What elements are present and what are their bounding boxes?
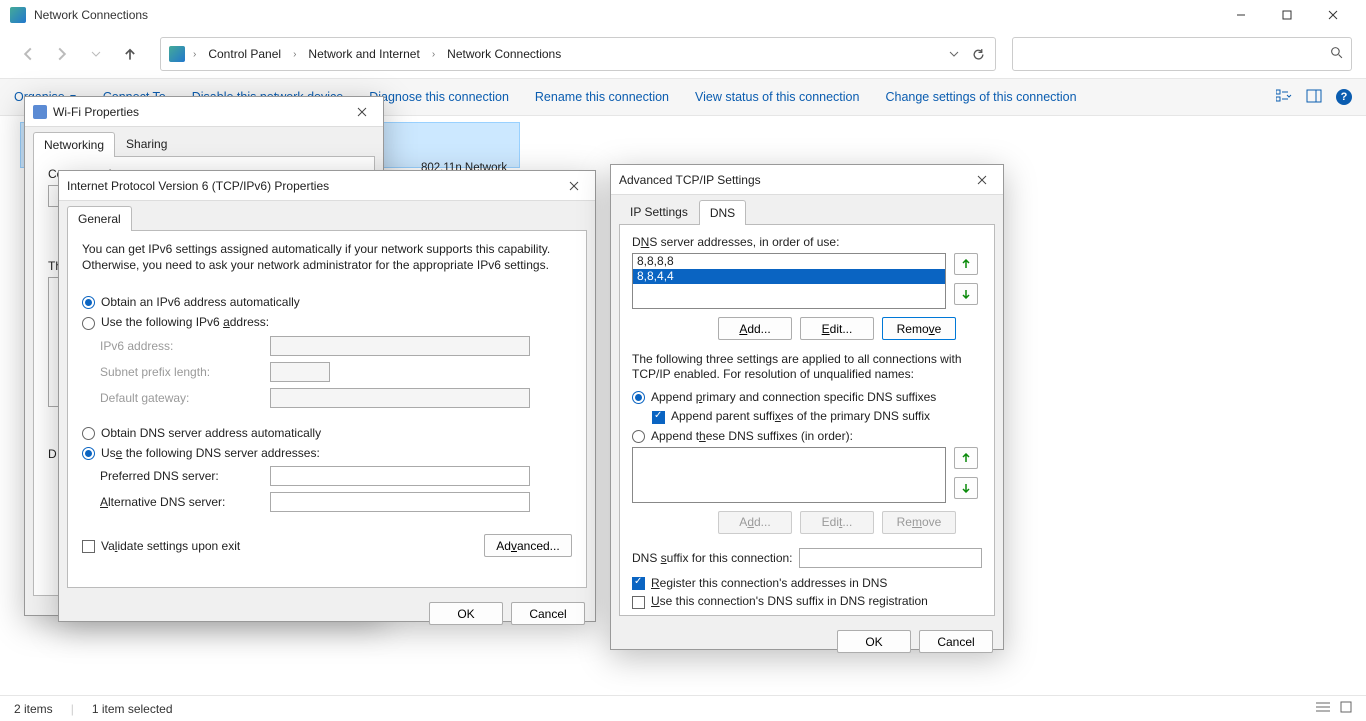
lbl-pref-dns: Preferred DNS server: [100, 469, 270, 483]
search-icon[interactable] [1330, 46, 1343, 62]
suffix-move-up-button[interactable] [954, 447, 978, 469]
alternative-dns-input[interactable] [270, 492, 530, 512]
refresh-icon[interactable] [969, 45, 987, 63]
adv-tab-ip[interactable]: IP Settings [619, 199, 699, 224]
back-button[interactable] [14, 40, 42, 68]
status-items: 2 items [14, 702, 53, 716]
lbl-ip: IPv6 address: [100, 339, 270, 353]
app-icon [10, 7, 26, 23]
dns-remove-button[interactable]: Remove [882, 317, 956, 340]
ipv6-radio-manual-dns[interactable]: Use the following DNS server addresses: [82, 446, 320, 460]
details-view-icon[interactable] [1316, 701, 1330, 716]
chk-append-parent[interactable]: Append parent suffixes of the primary DN… [652, 409, 930, 423]
window-title: Network Connections [34, 8, 1218, 22]
gateway-input [270, 388, 530, 408]
dns-suffix-input[interactable] [799, 548, 982, 568]
recent-dropdown[interactable] [82, 40, 110, 68]
ipv6-ok-button[interactable]: OK [429, 602, 503, 625]
ipv6-dialog-title: Internet Protocol Version 6 (TCP/IPv6) P… [67, 179, 329, 193]
advanced-button[interactable]: Advanced... [484, 534, 572, 557]
adv-ok-button[interactable]: OK [837, 630, 911, 653]
lbl-alt-dns: Alternative DNS server: [100, 495, 270, 509]
ipv6-address-input [270, 336, 530, 356]
adv-cancel-button[interactable]: Cancel [919, 630, 993, 653]
ipv6-dialog-titlebar[interactable]: Internet Protocol Version 6 (TCP/IPv6) P… [59, 171, 595, 201]
dns-server-row-1[interactable]: 8,8,4,4 [633, 269, 945, 284]
close-button[interactable] [1310, 0, 1356, 30]
maximize-button[interactable] [1264, 0, 1310, 30]
dns-suffixes-list [632, 447, 946, 503]
location-icon [169, 46, 185, 62]
wifi-dialog-titlebar[interactable]: Wi-Fi Properties [25, 97, 383, 127]
view-options-icon[interactable] [1276, 89, 1292, 106]
ipv6-radio-auto-ip[interactable]: Obtain an IPv6 address automatically [82, 295, 300, 309]
suffix-edit-button: Edit... [800, 511, 874, 534]
validate-checkbox[interactable]: Validate settings upon exit [82, 539, 240, 553]
dns-edit-button[interactable]: Edit... [800, 317, 874, 340]
dns-move-down-button[interactable] [954, 283, 978, 305]
dns-server-row-0[interactable]: 8,8,8,8 [633, 254, 945, 269]
suffix-move-down-button[interactable] [954, 477, 978, 499]
dns-servers-list[interactable]: 8,8,8,8 8,8,4,4 [632, 253, 946, 309]
up-button[interactable] [116, 40, 144, 68]
dns-servers-label: DNS server addresses, in order of use: [632, 235, 982, 249]
radio-append-primary[interactable]: Append primary and connection specific D… [632, 390, 936, 404]
breadcrumb-2[interactable]: Network Connections [443, 45, 565, 63]
lbl-prefix: Subnet prefix length: [100, 365, 270, 379]
chk-register-dns[interactable]: Register this connection's addresses in … [632, 576, 887, 590]
breadcrumb-1[interactable]: Network and Internet [304, 45, 423, 63]
ipv6-properties-dialog: Internet Protocol Version 6 (TCP/IPv6) P… [58, 170, 596, 622]
large-icons-view-icon[interactable] [1340, 701, 1352, 716]
adv-dialog-titlebar[interactable]: Advanced TCP/IP Settings [611, 165, 1003, 195]
forward-button[interactable] [48, 40, 76, 68]
preview-pane-icon[interactable] [1306, 89, 1322, 106]
wifi-dialog-close-icon[interactable] [349, 101, 375, 123]
advanced-tcpip-dialog: Advanced TCP/IP Settings IP Settings DNS… [610, 164, 1004, 650]
suffix-remove-button: Remove [882, 511, 956, 534]
address-bar[interactable]: › Control Panel › Network and Internet ›… [160, 37, 996, 71]
cmd-rename[interactable]: Rename this connection [535, 90, 669, 104]
prefix-input [270, 362, 330, 382]
cmd-change-settings[interactable]: Change settings of this connection [885, 90, 1076, 104]
ipv6-dialog-close-icon[interactable] [561, 175, 587, 197]
adv-dialog-title: Advanced TCP/IP Settings [619, 173, 761, 187]
lbl-gw: Default gateway: [100, 391, 270, 405]
suffix-add-button: Add... [718, 511, 792, 534]
address-dropdown-icon[interactable] [945, 45, 963, 63]
minimize-button[interactable] [1218, 0, 1264, 30]
status-selected: 1 item selected [92, 702, 173, 716]
search-input[interactable] [1021, 47, 1330, 61]
search-bar[interactable] [1012, 37, 1352, 71]
cmd-diagnose[interactable]: Diagnose this connection [369, 90, 509, 104]
wifi-tab-networking[interactable]: Networking [33, 132, 115, 157]
dns-suffix-label: DNS suffix for this connection: [632, 551, 793, 565]
ipv6-tab-general[interactable]: General [67, 206, 132, 231]
chk-use-suffix-dns[interactable]: Use this connection's DNS suffix in DNS … [632, 594, 928, 608]
ipv6-radio-auto-dns[interactable]: Obtain DNS server address automatically [82, 426, 321, 440]
dns-note: The following three settings are applied… [632, 352, 982, 382]
cmd-view-status[interactable]: View status of this connection [695, 90, 859, 104]
wifi-tab-sharing[interactable]: Sharing [115, 131, 178, 156]
help-icon[interactable]: ? [1336, 89, 1352, 105]
radio-append-these[interactable]: Append these DNS suffixes (in order): [632, 429, 853, 443]
wifi-dialog-title: Wi-Fi Properties [53, 105, 139, 119]
nav-row: › Control Panel › Network and Internet ›… [0, 30, 1366, 78]
dns-add-button[interactable]: Add... [718, 317, 792, 340]
adv-dialog-close-icon[interactable] [969, 169, 995, 191]
ipv6-cancel-button[interactable]: Cancel [511, 602, 585, 625]
wifi-dialog-icon [33, 105, 47, 119]
preferred-dns-input[interactable] [270, 466, 530, 486]
dns-move-up-button[interactable] [954, 253, 978, 275]
ipv6-intro-text: You can get IPv6 settings assigned autom… [82, 241, 572, 273]
main-titlebar: Network Connections [0, 0, 1366, 30]
ipv6-radio-manual-ip[interactable]: Use the following IPv6 address: [82, 315, 269, 329]
status-bar: 2 items | 1 item selected [0, 695, 1366, 721]
adv-tab-dns[interactable]: DNS [699, 200, 746, 225]
breadcrumb-0[interactable]: Control Panel [204, 45, 285, 63]
